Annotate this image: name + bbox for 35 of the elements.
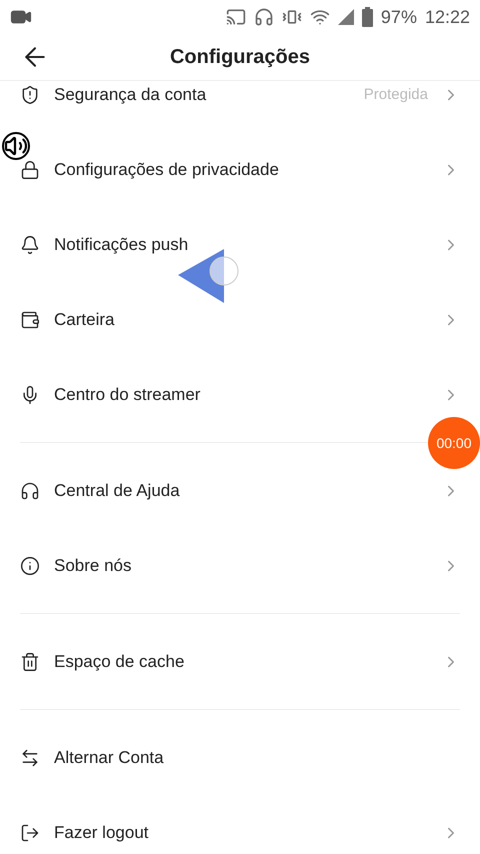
wallet-icon — [20, 310, 40, 330]
item-label: Alternar Conta — [54, 748, 165, 768]
settings-item[interactable]: Configurações de privacidade — [20, 132, 460, 207]
settings-item[interactable]: Segurança da conta Protegida — [20, 81, 460, 132]
settings-item[interactable]: Espaço de cache — [20, 624, 460, 699]
lock-icon — [20, 160, 40, 180]
item-label: Sobre nós — [54, 556, 132, 576]
settings-item[interactable]: Notificações push — [20, 207, 460, 282]
trash-icon — [20, 652, 40, 672]
clock: 12:22 — [424, 6, 470, 28]
shield-icon — [20, 84, 40, 104]
battery-icon — [362, 7, 373, 27]
bell-icon — [20, 234, 40, 254]
item-value: Protegida — [364, 86, 428, 103]
item-label: Central de Ajuda — [54, 480, 181, 500]
swap-arrows-icon — [20, 748, 40, 768]
headphones-icon — [254, 7, 274, 27]
item-label: Notificações push — [54, 234, 190, 254]
headphones-icon — [20, 480, 40, 500]
item-label: Centro do streamer — [54, 384, 202, 404]
item-label: Espaço de cache — [54, 652, 186, 672]
info-icon — [20, 556, 40, 576]
item-label: Carteira — [54, 310, 116, 330]
settings-item[interactable]: Fazer logout — [20, 795, 460, 854]
signal-icon — [338, 9, 354, 25]
page-title: Configurações — [170, 46, 310, 68]
settings-item[interactable]: Sobre nós — [20, 528, 460, 603]
item-label: Segurança da conta — [54, 84, 208, 104]
logout-icon — [20, 822, 40, 842]
settings-item[interactable]: Carteira — [20, 282, 460, 357]
item-label: Fazer logout — [54, 822, 150, 842]
item-label: Configurações de privacidade — [54, 160, 280, 180]
battery-level: 97% — [380, 6, 417, 28]
cast-icon — [226, 7, 246, 27]
settings-item[interactable]: Alternar Conta — [20, 720, 460, 795]
